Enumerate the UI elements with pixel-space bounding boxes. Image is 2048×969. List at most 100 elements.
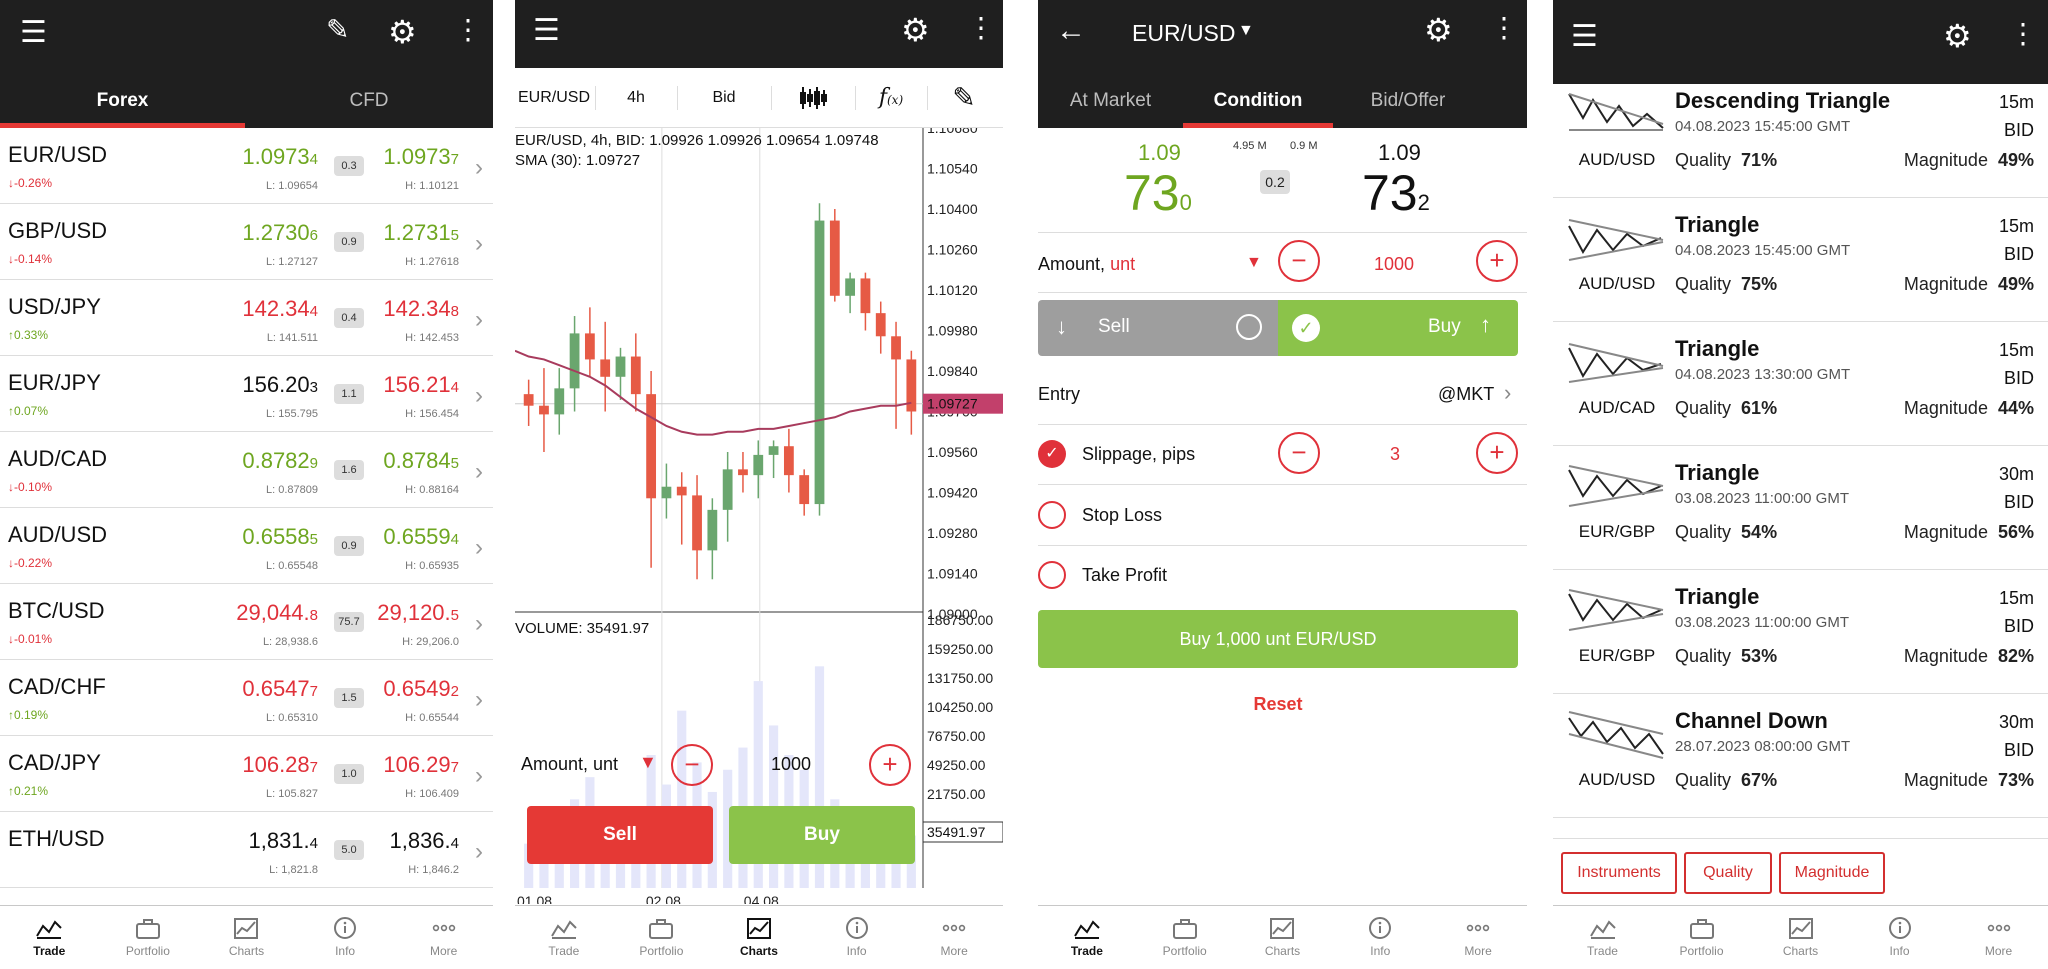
sell-price-pips[interactable]: 730	[1124, 164, 1192, 222]
timeframe-selector[interactable]: 4h	[597, 68, 675, 128]
pattern-item[interactable]: Triangle 04.08.2023 13:30:00 GMT 15m BID AUD…	[1553, 322, 2048, 446]
slippage-minus-button[interactable]: −	[1278, 432, 1320, 474]
bid-price[interactable]: 1,831.4	[248, 828, 318, 854]
buy-button[interactable]: Buy	[729, 806, 915, 864]
chevron-right-icon[interactable]: ›	[475, 610, 483, 638]
pencil-icon[interactable]: ✎	[326, 16, 349, 44]
symbol-dropdown-icon[interactable]: ▼	[1238, 22, 1254, 40]
amount-minus-button[interactable]: −	[1278, 240, 1320, 282]
gear-icon[interactable]: ⚙	[901, 14, 930, 46]
stop-loss-checkbox[interactable]	[1038, 501, 1066, 529]
chevron-right-icon[interactable]: ›	[475, 154, 483, 182]
pattern-item[interactable]: Triangle 03.08.2023 11:00:00 GMT 30m BID EUR…	[1553, 446, 2048, 570]
tab-bid-offer[interactable]: Bid/Offer	[1333, 68, 1483, 128]
filter-magnitude-button[interactable]: Magnitude	[1779, 852, 1885, 894]
ask-price[interactable]: 29,120.5	[377, 600, 459, 626]
sell-button[interactable]: Sell	[527, 806, 713, 864]
amount-value[interactable]: 1000	[771, 754, 811, 775]
amount-plus-button[interactable]: +	[869, 744, 911, 786]
slippage-plus-button[interactable]: +	[1476, 432, 1518, 474]
instrument-row[interactable]: EUR/USD ↓-0.26% 1.09734 0.3 1.09737 L: 1.0965…	[0, 128, 493, 204]
chevron-right-icon[interactable]: ›	[475, 382, 483, 410]
slippage-value[interactable]: 3	[1390, 444, 1400, 465]
nav-more[interactable]: More	[1949, 906, 2048, 969]
more-vert-icon[interactable]: ⋮	[967, 14, 995, 42]
filter-quality-button[interactable]: Quality	[1684, 852, 1772, 894]
chevron-right-icon[interactable]: ›	[475, 534, 483, 562]
more-vert-icon[interactable]: ⋮	[1490, 14, 1518, 42]
instrument-row[interactable]: GBP/USD ↓-0.14% 1.27306 0.9 1.27315 L: 1.2712…	[0, 204, 493, 280]
sell-toggle[interactable]: ↓ Sell	[1038, 300, 1278, 356]
nav-charts[interactable]: Charts	[710, 906, 808, 969]
nav-info[interactable]: Info	[296, 906, 395, 969]
ask-price[interactable]: 1.09737	[383, 144, 459, 170]
indicator-function-icon[interactable]: f(x)	[857, 68, 925, 128]
nav-info[interactable]: Info	[1850, 906, 1949, 969]
instrument-row[interactable]: CAD/JPY ↑0.21% 106.287 1.0 106.297 L: 105.827…	[0, 736, 493, 812]
bid-price[interactable]: 142.344	[242, 296, 318, 322]
ask-price[interactable]: 142.348	[383, 296, 459, 322]
instrument-row[interactable]: AUD/USD ↓-0.22% 0.65585 0.9 0.65594 L: 0.6554…	[0, 508, 493, 584]
chevron-right-icon[interactable]: ›	[475, 230, 483, 258]
chevron-right-icon[interactable]: ›	[475, 838, 483, 866]
nav-charts[interactable]: Charts	[1234, 906, 1332, 969]
bid-price[interactable]: 29,044.8	[236, 600, 318, 626]
ask-price[interactable]: 156.214	[383, 372, 459, 398]
tab-cfd[interactable]: CFD	[245, 68, 493, 128]
nav-portfolio[interactable]: Portfolio	[1652, 906, 1751, 969]
ask-price[interactable]: 0.65492	[383, 676, 459, 702]
tab-forex[interactable]: Forex	[0, 68, 245, 128]
hamburger-menu-icon[interactable]: ☰	[1571, 22, 1598, 52]
ask-price[interactable]: 0.87845	[383, 448, 459, 474]
instrument-row[interactable]: CAD/CHF ↑0.19% 0.65477 1.5 0.65492 L: 0.65310…	[0, 660, 493, 736]
back-arrow-icon[interactable]: ←	[1056, 16, 1086, 46]
nav-charts[interactable]: Charts	[1751, 906, 1850, 969]
nav-more[interactable]: More	[394, 906, 493, 969]
instrument-row[interactable]: AUD/CAD ↓-0.10% 0.87829 1.6 0.87845 L: 0.8780…	[0, 432, 493, 508]
price-side-selector[interactable]: Bid	[679, 68, 769, 128]
chevron-right-icon[interactable]: ›	[475, 762, 483, 790]
nav-portfolio[interactable]: Portfolio	[1136, 906, 1234, 969]
amount-value[interactable]: 1000	[1374, 254, 1414, 275]
candlestick-type-icon[interactable]	[773, 68, 853, 128]
nav-charts[interactable]: Charts	[197, 906, 296, 969]
candlestick-chart[interactable]: 1.10680 1.10540 1.10400 1.10260 1.10120 1.099…	[515, 128, 1003, 904]
chevron-right-icon[interactable]: ›	[475, 686, 483, 714]
ask-price[interactable]: 106.297	[383, 752, 459, 778]
instrument-row[interactable]: USD/JPY ↑0.33% 142.344 0.4 142.348 L: 141.511…	[0, 280, 493, 356]
submit-buy-button[interactable]: Buy 1,000 unt EUR/USD	[1038, 610, 1518, 668]
symbol-selector[interactable]: EUR/USD	[515, 68, 593, 128]
ask-price[interactable]: 0.65594	[383, 524, 459, 550]
chevron-right-icon[interactable]: ›	[475, 306, 483, 334]
nav-more[interactable]: More	[905, 906, 1003, 969]
tab-at-market[interactable]: At Market	[1038, 68, 1183, 128]
nav-more[interactable]: More	[1429, 906, 1527, 969]
bid-price[interactable]: 0.65585	[242, 524, 318, 550]
gear-icon[interactable]: ⚙	[1943, 20, 1972, 52]
pattern-item[interactable]: Descending Triangle 04.08.2023 15:45:00 G…	[1553, 74, 2048, 198]
pattern-item[interactable]: Channel Down 28.07.2023 08:00:00 GMT 30m BI…	[1553, 694, 2048, 818]
buy-price-pips[interactable]: 732	[1362, 164, 1430, 222]
amount-unit-dropdown-icon[interactable]: ▼	[1246, 254, 1262, 272]
take-profit-checkbox[interactable]	[1038, 561, 1066, 589]
instrument-row[interactable]: ETH/USD 1,831.4 5.0 1,836.4 L: 1,821.8 H: 1,8…	[0, 812, 493, 888]
reset-button[interactable]: Reset	[1038, 694, 1518, 715]
chevron-right-icon[interactable]: ›	[475, 458, 483, 486]
slippage-checkbox-checked-icon[interactable]: ✓	[1038, 440, 1066, 468]
gear-icon[interactable]: ⚙	[388, 16, 417, 48]
chevron-right-icon[interactable]: ›	[1504, 380, 1511, 406]
draw-pencil-icon[interactable]: ✎	[929, 68, 999, 128]
bid-price[interactable]: 0.65477	[242, 676, 318, 702]
tab-condition[interactable]: Condition	[1183, 68, 1333, 128]
nav-trade[interactable]: Trade	[515, 906, 613, 969]
nav-info[interactable]: Info	[808, 906, 906, 969]
buy-toggle[interactable]: ✓ Buy ↑	[1278, 300, 1518, 356]
hamburger-menu-icon[interactable]: ☰	[20, 18, 47, 48]
ask-price[interactable]: 1.27315	[383, 220, 459, 246]
pattern-item[interactable]: Triangle 04.08.2023 15:45:00 GMT 15m BID AUD…	[1553, 198, 2048, 322]
amount-dropdown-icon[interactable]: ▼	[639, 752, 657, 773]
instrument-row[interactable]: BTC/USD ↓-0.01% 29,044.8 75.7 29,120.5 L: 28,…	[0, 584, 493, 660]
gear-icon[interactable]: ⚙	[1424, 14, 1453, 46]
hamburger-menu-icon[interactable]: ☰	[533, 16, 560, 46]
nav-trade[interactable]: Trade	[0, 906, 99, 969]
